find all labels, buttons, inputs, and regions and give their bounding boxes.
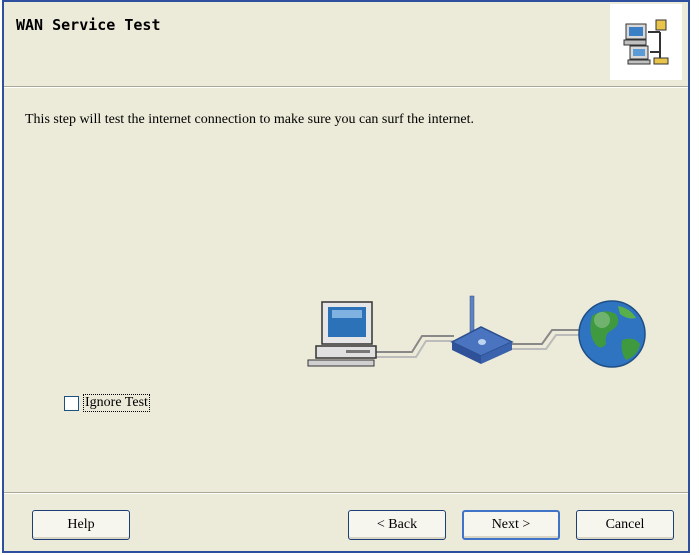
page-title: WAN Service Test xyxy=(16,16,161,34)
router-icon xyxy=(450,295,514,364)
help-button[interactable]: Help xyxy=(32,510,130,540)
globe-icon xyxy=(578,300,646,368)
footer-divider-highlight xyxy=(4,493,688,494)
ignore-test-option[interactable]: Ignore Test xyxy=(64,394,150,412)
back-button[interactable]: < Back xyxy=(348,510,446,540)
wizard-header: WAN Service Test xyxy=(4,2,688,87)
cancel-button[interactable]: Cancel xyxy=(576,510,674,540)
ignore-test-checkbox[interactable] xyxy=(64,395,79,411)
computer-icon xyxy=(307,301,377,367)
step-description: This step will test the internet connect… xyxy=(25,112,475,127)
connection-illustration xyxy=(304,294,654,389)
next-button[interactable]: Next > xyxy=(462,510,560,540)
wizard-dialog: WAN Service Test This step will test the… xyxy=(2,0,690,553)
header-divider xyxy=(4,87,688,88)
ignore-test-label[interactable]: Ignore Test xyxy=(83,394,150,412)
network-wizard-icon xyxy=(610,4,682,80)
